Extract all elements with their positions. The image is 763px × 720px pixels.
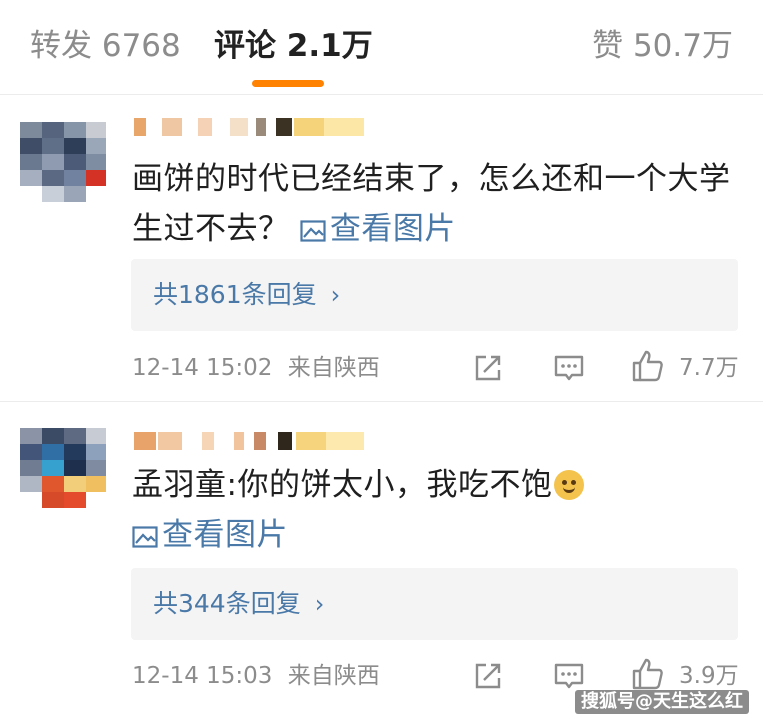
view-image-label: 查看图片 xyxy=(329,211,456,247)
watermark: 搜狐号@天生这么红 xyxy=(575,690,749,714)
tab-reposts[interactable]: 转发 6768 xyxy=(30,24,181,68)
share-button[interactable] xyxy=(472,660,504,692)
reply-button[interactable] xyxy=(553,352,585,384)
doge-emoji-icon xyxy=(554,470,585,500)
replies-box[interactable]: 共1861条回复 › xyxy=(131,259,738,331)
view-image-link[interactable]: 查看图片 xyxy=(300,211,456,247)
tab-comments[interactable]: 评论 2.1万 xyxy=(214,24,373,68)
reply-button[interactable] xyxy=(553,660,585,692)
username-redacted[interactable] xyxy=(134,430,364,452)
like-button[interactable] xyxy=(631,349,665,382)
comment-body: 孟羽童:你的饼太小，我吃不饱 xyxy=(132,467,553,503)
thumbs-up-icon xyxy=(632,350,663,382)
image-icon xyxy=(132,526,158,548)
comment-timestamp: 12-14 15:02 xyxy=(132,355,273,381)
thumbs-up-icon xyxy=(632,658,663,690)
comment-meta: 12-14 15:02 来自陕西 xyxy=(132,352,380,384)
replies-label: 共344条回复 xyxy=(153,589,301,618)
replies-link[interactable]: 共344条回复 › xyxy=(153,584,324,624)
image-icon xyxy=(300,220,326,242)
username-redacted[interactable] xyxy=(134,116,364,138)
comment-icon xyxy=(554,355,584,381)
comment-location: 来自陕西 xyxy=(287,355,380,381)
view-image-link[interactable]: 查看图片 xyxy=(132,517,288,553)
comment-item: 画饼的时代已经结束了，怎么还和一个大学生过不去？ 查看图片 共1861条回复 › … xyxy=(0,96,763,401)
replies-label: 共1861条回复 xyxy=(153,280,317,309)
share-button[interactable] xyxy=(472,352,504,384)
like-count: 7.7万 xyxy=(679,355,739,381)
replies-box[interactable]: 共344条回复 › xyxy=(131,568,738,640)
comment-tab-bar: 转发 6768 评论 2.1万 赞 50.7万 xyxy=(0,0,763,95)
active-tab-indicator xyxy=(252,80,324,87)
share-icon xyxy=(475,663,501,689)
comment-timestamp: 12-14 15:03 xyxy=(132,663,273,689)
like-button[interactable] xyxy=(631,657,665,690)
chevron-right-icon: › xyxy=(330,281,341,309)
avatar[interactable] xyxy=(20,428,106,508)
replies-link[interactable]: 共1861条回复 › xyxy=(153,275,340,315)
comment-icon xyxy=(554,663,584,689)
view-image-label: 查看图片 xyxy=(162,517,288,553)
like-count: 3.9万 xyxy=(679,663,739,689)
comment-text: 画饼的时代已经结束了，怎么还和一个大学生过不去？ 查看图片 xyxy=(132,154,744,254)
tab-likes[interactable]: 赞 50.7万 xyxy=(592,24,733,68)
comment-text: 孟羽童:你的饼太小，我吃不饱 查看图片 xyxy=(132,460,744,560)
comment-item: 孟羽童:你的饼太小，我吃不饱 查看图片 共344条回复 › 12-14 15:03… xyxy=(0,402,763,720)
chevron-right-icon: › xyxy=(314,590,325,618)
comment-meta: 12-14 15:03 来自陕西 xyxy=(132,660,380,692)
share-icon xyxy=(475,355,501,381)
avatar[interactable] xyxy=(20,122,106,202)
comment-location: 来自陕西 xyxy=(287,663,380,689)
